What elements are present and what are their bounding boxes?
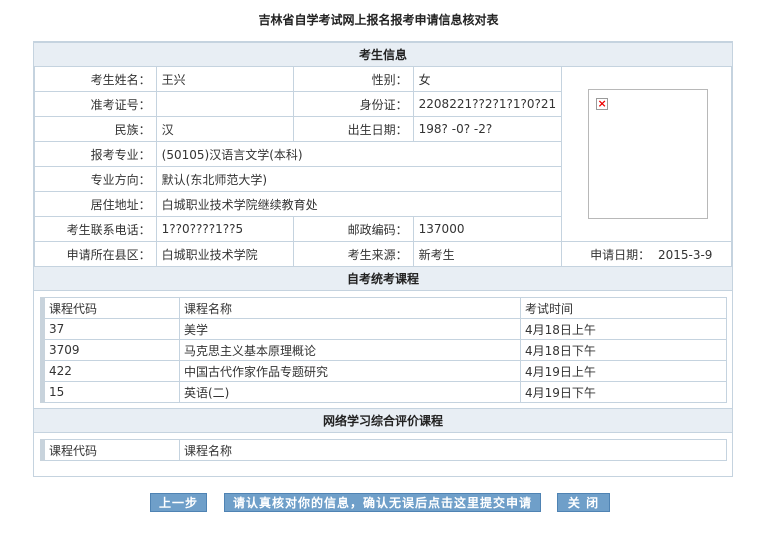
- section-header-student-info: 考生信息: [34, 42, 732, 67]
- source-value: 新考生: [412, 241, 563, 267]
- section-header-exam-courses: 自考统考课程: [34, 266, 732, 291]
- table-row: 15 英语(二) 4月19日下午: [40, 381, 727, 403]
- name-value: 王兴: [155, 66, 295, 92]
- course-code: 3709: [40, 339, 180, 361]
- phone-label: 考生联系电话：: [34, 216, 157, 242]
- broken-image-icon: ×: [596, 97, 609, 110]
- birth-label: 出生日期：: [293, 116, 414, 142]
- column-header-exam-time: 考试时间: [520, 297, 727, 319]
- exam-time: 4月18日下午: [520, 339, 727, 361]
- student-info-table: 考生姓名： 王兴 性别： 女 × 准考证号： 身份证： 2208221??2?1…: [34, 66, 732, 267]
- course-code: 422: [40, 360, 180, 382]
- course-code: 37: [40, 318, 180, 340]
- exam-course-table: 课程代码 课程名称 考试时间 37 美学 4月18日上午 3709 马克思主义基…: [40, 297, 727, 403]
- table-row: 37 美学 4月18日上午: [40, 318, 727, 340]
- name-label: 考生姓名：: [34, 66, 157, 92]
- direction-label: 专业方向：: [34, 166, 157, 192]
- column-header-course-name: 课程名称: [179, 439, 727, 461]
- source-label: 考生来源：: [293, 241, 414, 267]
- exam-time: 4月19日下午: [520, 381, 727, 403]
- table-header-row: 课程代码 课程名称: [40, 439, 727, 461]
- apply-date-value: 2015-3-9: [657, 247, 713, 262]
- county-label: 申请所在县区：: [34, 241, 157, 267]
- postcode-label: 邮政编码：: [293, 216, 414, 242]
- ticket-label: 准考证号：: [34, 91, 157, 117]
- major-label: 报考专业：: [34, 141, 157, 167]
- table-row: 考生姓名： 王兴 性别： 女 ×: [34, 66, 732, 242]
- course-code: 15: [40, 381, 180, 403]
- course-name: 美学: [179, 318, 521, 340]
- ticket-value: [155, 91, 295, 117]
- column-header-course-code: 课程代码: [40, 297, 180, 319]
- idcard-label: 身份证：: [293, 91, 414, 117]
- phone-value: 1??0????1??5: [155, 216, 295, 242]
- online-course-table: 课程代码 课程名称: [40, 439, 727, 461]
- course-name: 英语(二): [179, 381, 521, 403]
- column-header-course-name: 课程名称: [179, 297, 521, 319]
- close-button[interactable]: 关 闭: [557, 493, 610, 512]
- birth-value: 198? -0? -2?: [412, 116, 563, 142]
- apply-date-cell: 申请日期： 2015-3-9: [561, 241, 732, 267]
- submit-application-button[interactable]: 请认真核对你的信息，确认无误后点击这里提交申请: [224, 493, 541, 512]
- gender-label: 性别：: [293, 66, 414, 92]
- gender-value: 女: [412, 66, 563, 92]
- photo-frame: ×: [588, 89, 709, 219]
- page-title: 吉林省自学考试网上报名报考申请信息核对表: [258, 13, 499, 27]
- exam-time: 4月18日上午: [520, 318, 727, 340]
- table-row: 申请所在县区： 白城职业技术学院 考生来源： 新考生 申请日期： 2015-3-…: [34, 241, 732, 267]
- apply-date-label: 申请日期：: [590, 247, 651, 262]
- ethnicity-value: 汉: [155, 116, 295, 142]
- table-header-row: 课程代码 课程名称 考试时间: [40, 297, 727, 319]
- exam-time: 4月19日上午: [520, 360, 727, 382]
- section-header-online-courses: 网络学习综合评价课程: [34, 408, 732, 433]
- info-form-panel: 考生信息 考生姓名： 王兴 性别： 女 × 准考证号： 身份证： 2208221…: [33, 41, 733, 477]
- direction-value: 默认(东北师范大学): [155, 166, 563, 192]
- major-value: (50105)汉语言文学(本科): [155, 141, 563, 167]
- table-row: 422 中国古代作家作品专题研究 4月19日上午: [40, 360, 727, 382]
- course-name: 马克思主义基本原理概论: [179, 339, 521, 361]
- county-value: 白城职业技术学院: [155, 241, 295, 267]
- postcode-value: 137000: [412, 216, 563, 242]
- column-header-course-code: 课程代码: [40, 439, 180, 461]
- course-name: 中国古代作家作品专题研究: [179, 360, 521, 382]
- address-value: 白城职业技术学院继续教育处: [155, 191, 563, 217]
- previous-step-button[interactable]: 上一步: [150, 493, 207, 512]
- idcard-value: 2208221??2?1?1?0?21: [412, 91, 563, 117]
- ethnicity-label: 民族：: [34, 116, 157, 142]
- photo-cell: ×: [561, 66, 732, 242]
- table-row: 3709 马克思主义基本原理概论 4月18日下午: [40, 339, 727, 361]
- address-label: 居住地址：: [34, 191, 157, 217]
